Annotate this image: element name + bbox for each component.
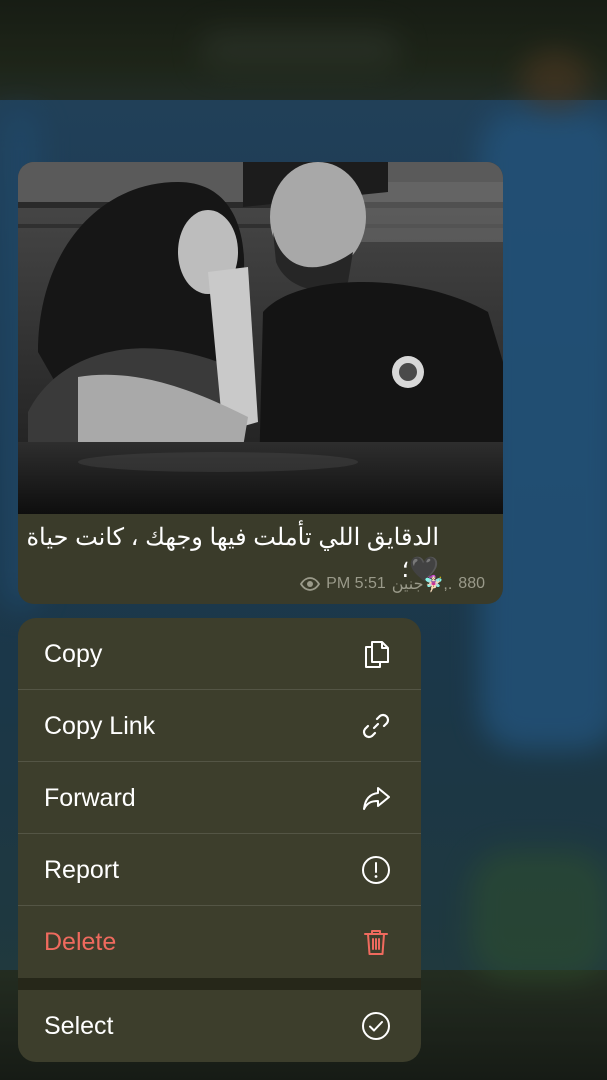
menu-item-label: Select [44, 1011, 114, 1040]
menu-item-label: Delete [44, 927, 117, 956]
menu-item-select[interactable]: Select [18, 990, 421, 1062]
menu-item-label: Copy [44, 639, 103, 668]
menu-group-separator [18, 978, 421, 990]
menu-item-label: Report [44, 855, 120, 884]
message-photo[interactable] [18, 162, 503, 514]
message-author: جنين🧚🏻‍♀️,. [391, 576, 453, 593]
menu-item-copy-link[interactable]: Copy Link [18, 690, 421, 762]
menu-item-label: Copy Link [44, 711, 156, 740]
menu-item-delete[interactable]: Delete [18, 906, 421, 978]
link-icon [359, 709, 393, 743]
view-count: 880 [458, 575, 485, 592]
context-menu: Copy Copy Link Forward Report Delete Sel… [18, 618, 421, 1062]
exclamation-circle-icon [359, 853, 393, 887]
menu-item-forward[interactable]: Forward [18, 762, 421, 834]
message-time: PM 5:51 [326, 575, 386, 592]
checkmark-circle-icon [359, 1009, 393, 1043]
menu-item-report[interactable]: Report [18, 834, 421, 906]
menu-item-copy[interactable]: Copy [18, 618, 421, 690]
menu-item-label: Forward [44, 783, 136, 812]
message-meta: PM 5:51 جنين🧚🏻‍♀️,. 880 [300, 574, 485, 594]
copy-icon [359, 637, 393, 671]
forward-arrow-icon [359, 781, 393, 815]
eye-icon [300, 577, 321, 591]
message-bubble[interactable]: الدقايق اللي تأملت فيها وجهك ، كانت حياة… [18, 162, 503, 604]
trash-icon [359, 925, 393, 959]
